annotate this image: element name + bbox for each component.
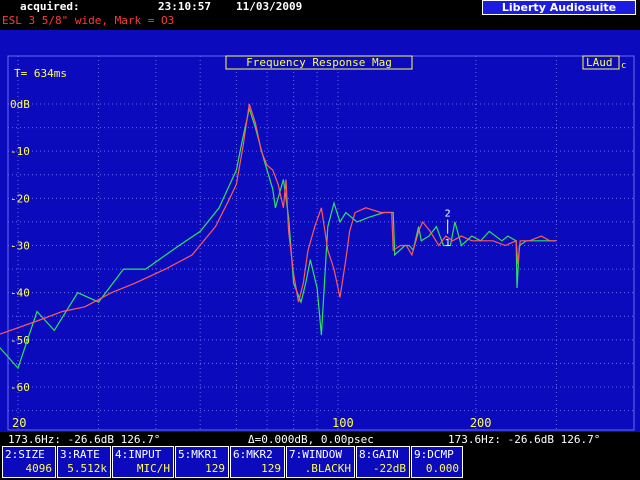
- brand-badge: Liberty Audiosuite: [482, 0, 636, 15]
- softkey-label: 8:GAIN: [359, 448, 399, 461]
- delta-readout: Δ=0.000dB, 0.00psec: [248, 433, 374, 446]
- softkey-bar: 2:SIZE 4096 3:RATE 5.512k 4:INPUT MIC/H 5:MKR1…: [0, 446, 640, 480]
- softkey-gain[interactable]: 8:GAIN -22dB: [356, 446, 410, 478]
- gate-time-label: T= 634ms: [14, 67, 67, 80]
- softkey-value: 129: [261, 462, 281, 475]
- x-tick-label: 100: [332, 416, 354, 430]
- trace-red: [0, 103, 557, 335]
- y-tick-label: 0dB: [10, 98, 30, 111]
- softkey-value: .BLACKH: [304, 462, 351, 475]
- status-line: 173.6Hz: -26.6dB 126.7° Δ=0.000dB, 0.00p…: [0, 433, 640, 447]
- softkey-label: 4:INPUT: [115, 448, 162, 461]
- softkey-input[interactable]: 4:INPUT MIC/H: [112, 446, 174, 478]
- x-tick-label: 200: [470, 416, 492, 430]
- marker1-label: 1: [445, 238, 451, 249]
- y-tick-label: -30: [10, 240, 30, 253]
- softkey-mkr1[interactable]: 5:MKR1 129: [175, 446, 229, 478]
- softkey-rate[interactable]: 3:RATE 5.512k: [57, 446, 111, 478]
- softkey-label: 5:MKR1: [178, 448, 218, 461]
- x-tick-label: 20: [12, 416, 26, 430]
- y-tick-label: -10: [10, 145, 30, 158]
- acquired-date: 11/03/2009: [236, 0, 303, 13]
- softkey-mkr2[interactable]: 6:MKR2 129: [230, 446, 285, 478]
- softkey-window[interactable]: 7:WINDOW .BLACKH: [286, 446, 355, 478]
- marker2-label: 2: [445, 208, 451, 219]
- softkey-label: 7:WINDOW: [289, 448, 342, 461]
- marker2-readout: 173.6Hz: -26.6dB 126.7°: [448, 433, 601, 446]
- softkey-value: 4096: [25, 462, 53, 475]
- plot-title: Frequency Response Mag: [246, 56, 392, 69]
- softkey-value: -22dB: [372, 462, 406, 475]
- laud-logo-suffix: c: [621, 61, 626, 71]
- measurement-subtitle: ESL 3 5/8" wide, Mark = O3: [2, 14, 175, 27]
- marker1-readout: 173.6Hz: -26.6dB 126.7°: [8, 433, 161, 446]
- softkey-value: 0.000: [425, 462, 459, 475]
- laud-logo: LAud: [586, 56, 613, 69]
- softkey-label: 3:RATE: [60, 448, 100, 461]
- softkey-dcmp[interactable]: 9:DCMP 0.000: [411, 446, 463, 478]
- softkey-label: 6:MKR2: [233, 448, 273, 461]
- plot-border: [7, 55, 635, 431]
- softkey-label: 2:SIZE: [5, 448, 45, 461]
- softkey-value: 5.512k: [67, 462, 107, 475]
- y-tick-label: -40: [10, 287, 30, 300]
- softkey-value: MIC/H: [136, 462, 170, 475]
- trace-green: [0, 106, 557, 370]
- frequency-response-plot[interactable]: 0dB-10-20-30-40-50-6020 100 200Frequency R…: [0, 30, 640, 432]
- acquired-label: acquired:: [20, 0, 80, 13]
- title-bar: acquired: 23:10:57 11/03/2009 Liberty Au…: [0, 0, 640, 30]
- softkey-label: 9:DCMP: [414, 448, 454, 461]
- acquired-time: 23:10:57: [158, 0, 211, 13]
- y-tick-label: -20: [10, 192, 30, 205]
- y-tick-label: -60: [10, 381, 30, 394]
- softkey-size[interactable]: 2:SIZE 4096: [2, 446, 56, 478]
- softkey-value: 129: [205, 462, 225, 475]
